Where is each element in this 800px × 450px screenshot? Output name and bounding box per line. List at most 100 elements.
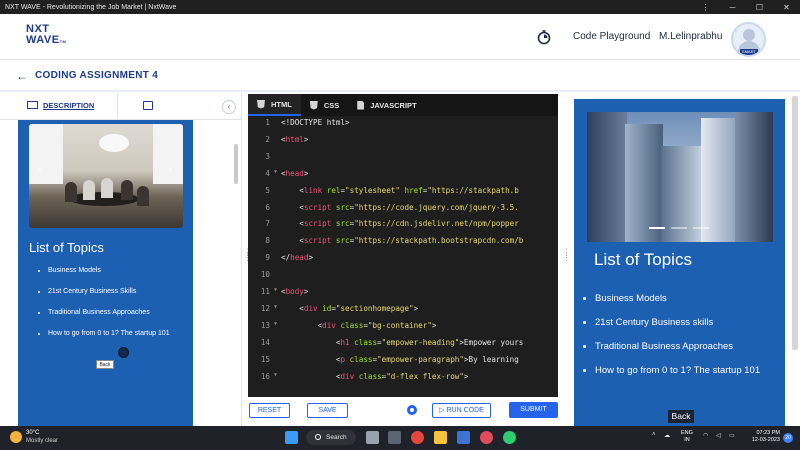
video-call-icon[interactable]: [388, 431, 401, 444]
assignment-title: CODING ASSIGNMENT 4: [35, 70, 159, 81]
code-line[interactable]: 15 <p class="empower-paragraph">By learn…: [248, 355, 558, 371]
output-topic-list: Business Models 21st Century Business sk…: [595, 292, 775, 388]
code-text: <h1 class="empower-heading">Empower your…: [335, 337, 524, 347]
tab-html[interactable]: HTML: [248, 94, 301, 116]
output-back-button[interactable]: Back: [668, 410, 694, 423]
code-text: <script src="https://code.jquery.com/jqu…: [299, 202, 519, 212]
fold-arrow-icon[interactable]: ▼: [274, 287, 277, 293]
code-editor: HTML CSS JAVASCRIPT 1 <!DOCTYPE html> 2 <ht…: [248, 94, 558, 397]
line-number: 16: [260, 371, 270, 381]
gear-icon[interactable]: [407, 405, 417, 415]
output-preview: List of Topics Business Models 21st Cent…: [574, 99, 785, 426]
code-line[interactable]: 9 </head>: [248, 253, 558, 269]
code-line[interactable]: 4 ▼ <head>: [248, 169, 558, 185]
start-icon[interactable]: [285, 431, 298, 444]
code-playground-link[interactable]: Code Playground: [573, 31, 650, 42]
chat-icon[interactable]: [143, 101, 153, 110]
code-line[interactable]: 6 <script src="https://code.jquery.com/j…: [248, 203, 558, 219]
cloud-icon[interactable]: ☁: [664, 432, 670, 439]
line-number: 1: [265, 118, 270, 127]
list-item: How to go from 0 to 1? The startup 101: [48, 329, 188, 339]
line-number: 9: [265, 253, 270, 263]
assignment-bar: ← CODING ASSIGNMENT 4: [0, 60, 800, 92]
save-button[interactable]: SAVE: [307, 403, 348, 418]
window-titlebar: NXT WAVE - Revolutionizing the Job Marke…: [0, 0, 800, 14]
whatsapp-icon[interactable]: [503, 431, 516, 444]
task-view-icon[interactable]: [366, 431, 379, 444]
code-line[interactable]: 16 ▼ <div class="d-flex flex-row">: [248, 372, 558, 388]
code-line[interactable]: 3: [248, 152, 558, 168]
chrome-icon[interactable]: [411, 431, 424, 444]
code-line[interactable]: 2 <html>: [248, 135, 558, 151]
code-text: <script src="https://cdn.jsdelivr.net/np…: [299, 219, 519, 229]
store-icon[interactable]: [457, 431, 470, 444]
code-line[interactable]: 12 ▼ <div id="sectionhomepage">: [248, 304, 558, 320]
language-indicator[interactable]: ENG IN: [681, 430, 693, 444]
file-explorer-icon[interactable]: [434, 431, 447, 444]
more-options-icon[interactable]: ⋮: [692, 3, 719, 12]
run-code-label: RUN CODE: [446, 407, 484, 414]
weather-icon[interactable]: [10, 431, 22, 443]
carousel-prev-icon[interactable]: ‹: [38, 164, 42, 176]
collapse-panel-button[interactable]: ‹: [222, 100, 236, 114]
code-text: <p class="empower-paragraph">By learning: [335, 354, 519, 364]
preview-topic-list: Business Models 21st Century Business Sk…: [48, 266, 188, 350]
app-icon[interactable]: [480, 431, 493, 444]
avatar[interactable]: SMART: [731, 22, 766, 57]
tab-css[interactable]: CSS: [301, 94, 348, 116]
battery-icon[interactable]: ▭: [729, 432, 735, 439]
code-line[interactable]: 1 <!DOCTYPE html>: [248, 118, 558, 134]
code-line[interactable]: 7 <script src="https://cdn.jsdelivr.net/…: [248, 219, 558, 235]
clock-time: 07:23 PM: [756, 430, 780, 436]
wifi-icon[interactable]: ◠: [703, 432, 708, 439]
fold-arrow-icon[interactable]: ▼: [274, 321, 277, 327]
output-scrollbar[interactable]: [792, 96, 798, 350]
code-text: <div class="bg-container">: [317, 320, 437, 330]
taskbar-search[interactable]: Search: [306, 430, 356, 445]
line-number: 6: [265, 202, 270, 212]
description-scrollbar[interactable]: [234, 144, 238, 184]
nxtwave-logo[interactable]: NXT WAVETM: [26, 24, 76, 50]
maximize-button[interactable]: ☐: [746, 3, 773, 12]
language-line-2: IN: [684, 437, 690, 443]
minimize-button[interactable]: ─: [719, 3, 746, 12]
code-text: <script src="https://stackpath.bootstrap…: [299, 236, 524, 246]
line-number: 10: [260, 270, 270, 280]
submit-button[interactable]: SUBMIT: [509, 402, 558, 418]
timer-icon[interactable]: [536, 29, 552, 45]
preview-back-button[interactable]: Back: [96, 360, 114, 369]
code-line[interactable]: 11 ▼ <body>: [248, 287, 558, 303]
code-line[interactable]: 5 <link rel="stylesheet" href="https://s…: [248, 186, 558, 202]
taskbar-clock[interactable]: 07:23 PM 12-03-2023: [742, 430, 780, 444]
arrow-left-icon[interactable]: ←: [16, 69, 28, 83]
line-number: 5: [265, 185, 270, 195]
list-item: Traditional Business Approaches: [48, 308, 188, 318]
notification-badge[interactable]: 20: [783, 433, 793, 443]
user-name[interactable]: M.Lelinprabhu: [659, 31, 722, 42]
fold-arrow-icon[interactable]: ▼: [274, 304, 277, 310]
code-line[interactable]: 8 <script src="https://stackpath.bootstr…: [248, 236, 558, 252]
chevron-up-icon[interactable]: ˄: [652, 432, 656, 438]
tab-description[interactable]: DESCRIPTION: [43, 101, 94, 110]
fold-arrow-icon[interactable]: ▼: [274, 169, 277, 175]
right-resize-handle[interactable]: ⋮ ⋮: [562, 248, 571, 266]
code-text: <head>: [281, 168, 309, 178]
left-resize-handle[interactable]: ⋮⋮: [243, 248, 252, 266]
line-number: 13: [260, 320, 270, 330]
carousel-next-icon[interactable]: ›: [168, 164, 172, 176]
code-line[interactable]: 14 <h1 class="empower-heading">Empower y…: [248, 338, 558, 354]
description-preview: ‹ › List of Topics Business Models 21st …: [18, 120, 193, 426]
speaker-icon[interactable]: ◁: [716, 432, 721, 439]
tab-javascript[interactable]: JAVASCRIPT: [348, 94, 425, 116]
code-line[interactable]: 13 ▼ <div class="bg-container">: [248, 321, 558, 337]
fold-arrow-icon[interactable]: ▼: [274, 372, 277, 378]
code-line[interactable]: 10: [248, 270, 558, 286]
line-number: 11: [260, 287, 270, 296]
reset-button[interactable]: RESET: [249, 403, 290, 418]
clock-date: 12-03-2023: [751, 437, 780, 443]
weather-temperature: 30°C: [26, 430, 40, 436]
file-icon: [357, 100, 365, 110]
code-area[interactable]: 1 <!DOCTYPE html> 2 <html> 3 4 ▼ <head> 5 <link …: [248, 118, 558, 393]
run-code-button[interactable]: ▷ RUN CODE: [432, 403, 491, 418]
close-button[interactable]: ✕: [773, 3, 800, 12]
